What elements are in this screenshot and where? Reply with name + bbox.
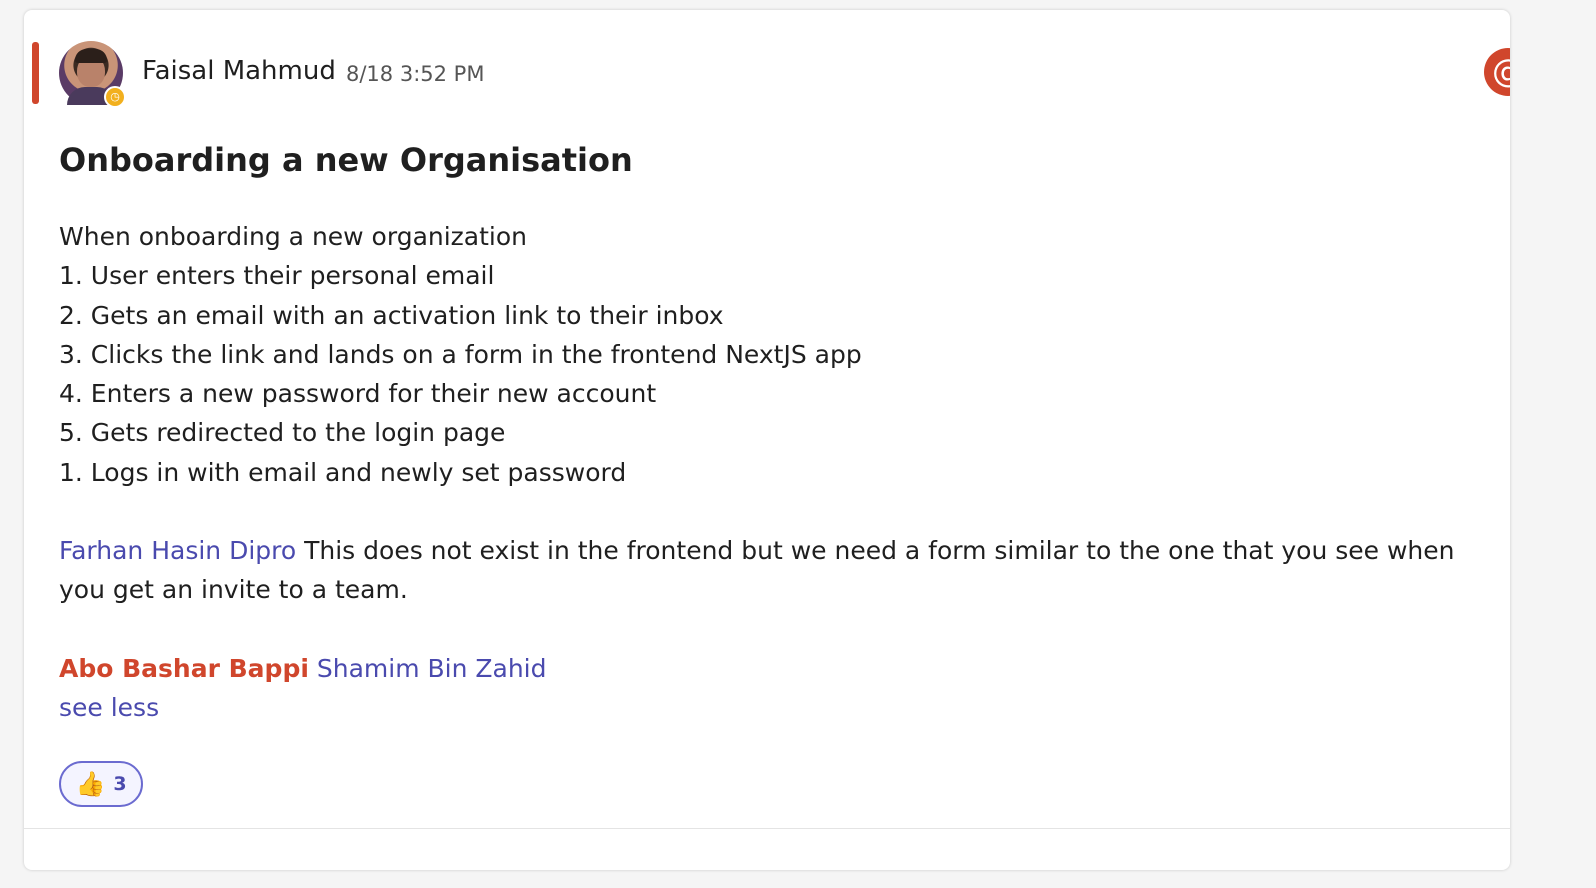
body-line: 4. Enters a new password for their new a… — [59, 379, 657, 409]
unread-accent-bar — [32, 42, 39, 104]
message-paragraph: Farhan Hasin Dipro This does not exist i… — [59, 531, 1479, 610]
mentions-line: Abo Bashar Bappi Shamim Bin Zahid — [59, 649, 547, 688]
mention-shamim[interactable]: Shamim Bin Zahid — [317, 654, 547, 683]
message-timestamp: 8/18 3:52 PM — [346, 62, 485, 86]
clock-icon: ◷ — [104, 86, 126, 108]
author-name[interactable]: Faisal Mahmud — [142, 56, 336, 86]
body-line: 3. Clicks the link and lands on a form i… — [59, 339, 862, 369]
reaction-thumbs-up-button[interactable]: 👍 3 — [59, 761, 143, 807]
body-line: 1. User enters their personal email — [59, 261, 495, 291]
divider — [24, 828, 1510, 829]
body-line: 2. Gets an email with an activation link… — [59, 300, 724, 330]
thumbs-up-icon: 👍 — [75, 770, 106, 798]
mention-self[interactable]: Abo Bashar Bappi — [59, 654, 309, 683]
message-title: Onboarding a new Organisation — [59, 141, 633, 179]
avatar-hair — [75, 49, 107, 63]
mention-farhan[interactable]: Farhan Hasin Dipro — [59, 536, 296, 565]
reaction-count: 3 — [113, 773, 127, 795]
avatar[interactable]: ◷ — [59, 41, 126, 108]
message-body: When onboarding a new organization 1. Us… — [59, 217, 862, 492]
see-less-link[interactable]: see less — [59, 688, 159, 727]
body-line: 1. Logs in with email and newly set pass… — [59, 457, 627, 487]
at-icon[interactable]: @ — [1484, 48, 1510, 96]
message-card: ◷ Faisal Mahmud 8/18 3:52 PM @ Onboardin… — [24, 10, 1510, 870]
body-line: 5. Gets redirected to the login page — [59, 418, 506, 448]
body-line: When onboarding a new organization — [59, 222, 528, 251]
